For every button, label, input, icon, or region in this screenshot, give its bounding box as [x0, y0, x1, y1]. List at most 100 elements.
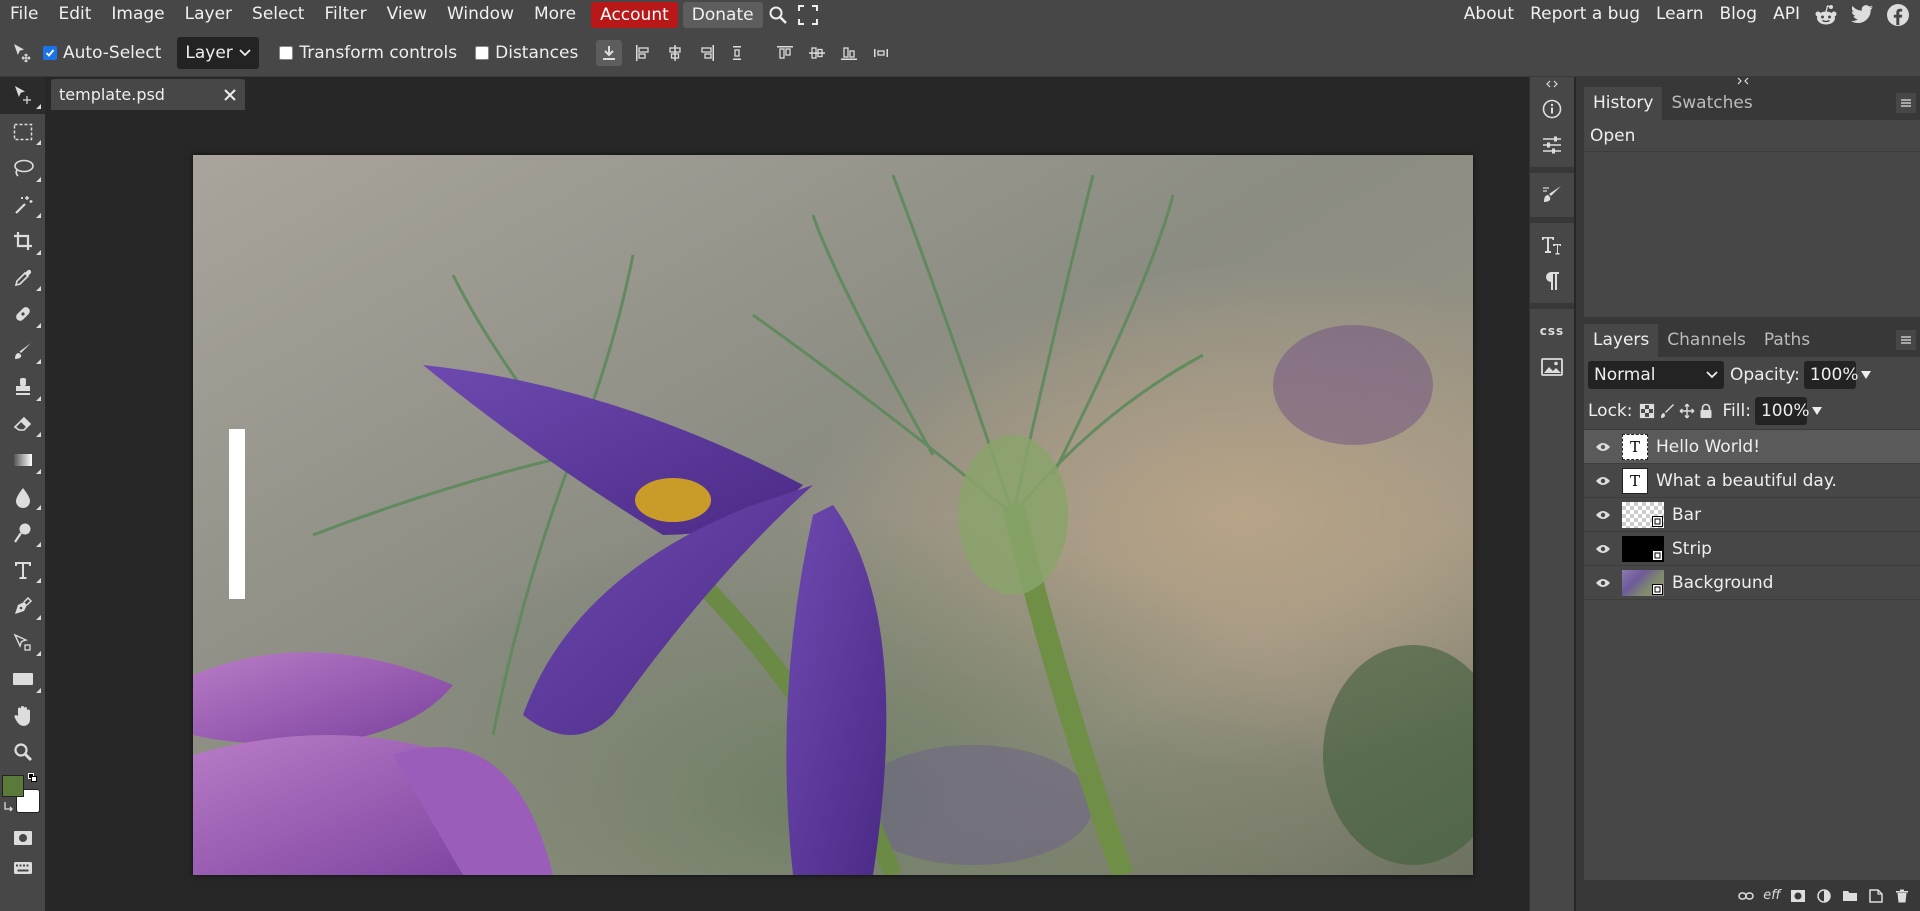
distribute-vertical-icon[interactable] [866, 38, 896, 68]
facebook-icon[interactable] [1880, 0, 1916, 29]
menu-image[interactable]: Image [101, 0, 174, 29]
align-middle-icon[interactable] [802, 38, 832, 68]
auto-select-checkbox[interactable]: Auto-Select [43, 43, 161, 63]
css-button[interactable]: css [1530, 313, 1574, 349]
reddit-icon[interactable] [1808, 0, 1844, 29]
distances-checkbox[interactable]: Distances [475, 43, 578, 63]
new-layer-button[interactable] [1864, 884, 1888, 908]
pen-tool[interactable] [0, 588, 45, 625]
caret-down-icon[interactable] [1811, 406, 1822, 416]
gradient-tool[interactable] [0, 442, 45, 479]
menu-filter[interactable]: Filter [314, 0, 376, 29]
lock-all-icon[interactable] [1699, 403, 1713, 419]
document-canvas[interactable] [193, 155, 1473, 875]
menu-select[interactable]: Select [242, 0, 314, 29]
dodge-tool[interactable] [0, 515, 45, 552]
layer-row-strip[interactable]: Strip [1584, 532, 1920, 566]
swap-colors-icon[interactable] [3, 801, 15, 813]
blend-mode-dropdown[interactable]: Normal [1588, 361, 1724, 389]
lock-pixels-icon[interactable] [1659, 403, 1675, 419]
hand-tool[interactable] [0, 698, 45, 735]
align-bottom-icon[interactable] [834, 38, 864, 68]
eye-icon[interactable] [1595, 442, 1611, 452]
eraser-tool[interactable] [0, 406, 45, 443]
menu-window[interactable]: Window [437, 0, 524, 29]
auto-select-target-dropdown[interactable]: Layer [177, 36, 260, 69]
blur-tool[interactable] [0, 479, 45, 516]
eyedropper-tool[interactable] [0, 260, 45, 297]
image-button[interactable] [1530, 349, 1574, 385]
history-entry[interactable]: Open [1584, 120, 1920, 152]
align-top-icon[interactable] [770, 38, 800, 68]
crop-tool[interactable] [0, 223, 45, 260]
marquee-tool[interactable] [0, 114, 45, 151]
layer-row-hello-world[interactable]: T Hello World! [1584, 430, 1920, 464]
menu-file[interactable]: File [0, 0, 48, 29]
tab-layers[interactable]: Layers [1584, 324, 1659, 357]
caret-down-icon[interactable] [1860, 370, 1871, 380]
keyboard-button[interactable] [0, 853, 45, 883]
twitter-icon[interactable] [1844, 0, 1880, 29]
adjustments-button[interactable] [1530, 127, 1574, 163]
quick-mask-button[interactable] [0, 823, 45, 853]
align-center-icon[interactable] [660, 38, 690, 68]
default-colors-icon[interactable] [28, 772, 38, 783]
expand-arrows-icon[interactable] [1736, 77, 1756, 87]
menu-api[interactable]: API [1765, 0, 1808, 29]
search-icon[interactable] [763, 0, 793, 29]
align-left-icon[interactable] [628, 38, 658, 68]
brush-settings-button[interactable] [1530, 177, 1574, 213]
eye-icon[interactable] [1595, 476, 1611, 486]
adjustment-layer-button[interactable] [1812, 884, 1836, 908]
layer-row-background[interactable]: Background [1584, 566, 1920, 600]
menu-blog[interactable]: Blog [1712, 0, 1766, 29]
tab-history[interactable]: History [1584, 87, 1663, 120]
fill-input[interactable]: 100% [1754, 397, 1810, 425]
align-right-icon[interactable] [692, 38, 722, 68]
brush-tool[interactable] [0, 333, 45, 370]
info-button[interactable] [1530, 91, 1574, 127]
foreground-color-swatch[interactable] [2, 774, 24, 797]
layers-panel-menu-button[interactable] [1896, 330, 1916, 350]
donate-button[interactable]: Donate [682, 1, 763, 28]
tab-paths[interactable]: Paths [1755, 324, 1819, 357]
download-button[interactable] [596, 39, 623, 66]
account-button[interactable]: Account [591, 1, 678, 28]
eye-icon[interactable] [1595, 544, 1611, 554]
healing-tool[interactable] [0, 296, 45, 333]
tab-channels[interactable]: Channels [1658, 324, 1755, 357]
type-tool[interactable] [0, 552, 45, 589]
tab-swatches[interactable]: Swatches [1662, 87, 1761, 120]
path-select-tool[interactable] [0, 625, 45, 662]
zoom-tool[interactable] [0, 734, 45, 771]
history-panel-menu-button[interactable] [1896, 93, 1916, 113]
layer-effects-button[interactable]: eff [1760, 884, 1784, 908]
character-button[interactable] [1530, 227, 1574, 263]
delete-layer-button[interactable] [1890, 884, 1914, 908]
lasso-tool[interactable] [0, 150, 45, 187]
eye-icon[interactable] [1595, 578, 1611, 588]
fullscreen-icon[interactable] [793, 0, 823, 29]
document-tab[interactable]: template.psd [51, 79, 245, 110]
lock-position-icon[interactable] [1679, 403, 1695, 419]
close-icon[interactable] [223, 88, 237, 102]
menu-learn[interactable]: Learn [1648, 0, 1712, 29]
menu-report-bug[interactable]: Report a bug [1522, 0, 1648, 29]
lock-transparency-icon[interactable] [1639, 403, 1655, 419]
menu-edit[interactable]: Edit [48, 0, 101, 29]
menu-layer[interactable]: Layer [175, 0, 242, 29]
new-group-button[interactable] [1838, 884, 1862, 908]
collapse-arrows-icon[interactable] [1530, 77, 1574, 91]
layer-row-bar[interactable]: Bar [1584, 498, 1920, 532]
link-layers-button[interactable] [1734, 884, 1758, 908]
add-mask-button[interactable] [1786, 884, 1810, 908]
magic-wand-tool[interactable] [0, 187, 45, 224]
opacity-input[interactable]: 100% [1803, 361, 1859, 389]
layer-row-beautiful-day[interactable]: T What a beautiful day. [1584, 464, 1920, 498]
transform-controls-checkbox[interactable]: Transform controls [279, 43, 457, 63]
menu-more[interactable]: More [524, 0, 586, 29]
eye-icon[interactable] [1595, 510, 1611, 520]
move-tool[interactable] [0, 77, 45, 114]
distribute-horizontal-icon[interactable] [724, 38, 754, 68]
stamp-tool[interactable] [0, 369, 45, 406]
